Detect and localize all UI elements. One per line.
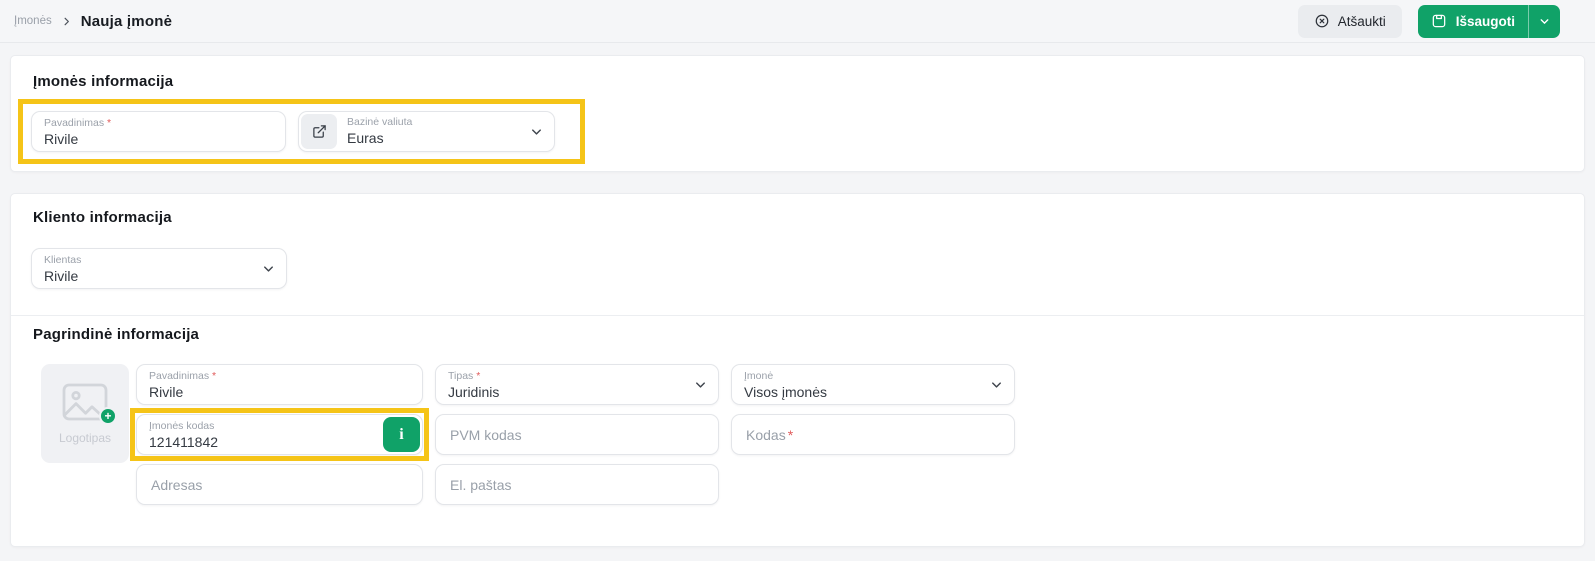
- save-options-button[interactable]: [1529, 5, 1560, 38]
- main-name-value: Rivile: [149, 383, 184, 400]
- type-select[interactable]: Tipas * Juridinis: [435, 364, 719, 405]
- company-section-title: Įmonės informacija: [33, 73, 174, 90]
- base-currency-value: Euras: [347, 129, 384, 146]
- external-link-icon: [312, 124, 327, 139]
- base-currency-select[interactable]: Bazinė valiuta Euras: [298, 111, 555, 152]
- main-name-label: Pavadinimas *: [149, 370, 217, 383]
- address-placeholder: Adresas: [151, 476, 203, 493]
- email-placeholder: El. paštas: [450, 476, 512, 493]
- open-currency-button[interactable]: [301, 114, 337, 149]
- client-section-title: Kliento informacija: [33, 209, 172, 226]
- main-fields-grid: Pavadinimas * Rivile Tipas * Juridinis Į…: [130, 364, 1015, 505]
- type-label: Tipas *: [448, 370, 481, 383]
- main-section-title: Pagrindinė informacija: [33, 326, 200, 343]
- company-select[interactable]: Įmonė Visos įmonės: [731, 364, 1015, 405]
- x-circle-icon: [1314, 13, 1330, 29]
- company-name-field[interactable]: Pavadinimas * Rivile: [31, 111, 286, 152]
- chevron-down-icon: [529, 124, 544, 139]
- section-divider: [11, 315, 1584, 316]
- cancel-button-label: Atšaukti: [1337, 13, 1386, 29]
- type-value: Juridinis: [448, 383, 500, 400]
- company-code-highlight: Įmonės kodas 121411842 i: [130, 408, 429, 461]
- chevron-right-icon: [61, 16, 72, 27]
- company-code-value: 121411842: [149, 433, 219, 450]
- save-split-button: Išsaugoti: [1417, 4, 1560, 38]
- chevron-down-icon: [1538, 15, 1551, 28]
- client-value: Rivile: [44, 267, 79, 284]
- vat-code-placeholder: PVM kodas: [450, 426, 522, 443]
- main-name-field[interactable]: Pavadinimas * Rivile: [136, 364, 423, 405]
- company-code-info-button[interactable]: i: [383, 417, 420, 452]
- company-info-card: Įmonės informacija Pavadinimas * Rivile …: [10, 55, 1585, 172]
- required-asterisk: *: [476, 370, 481, 383]
- info-icon: i: [399, 425, 404, 443]
- required-asterisk: *: [212, 370, 217, 383]
- breadcrumb-parent-link[interactable]: Įmonės: [14, 15, 52, 27]
- topbar-actions: Atšaukti Išsaugoti: [1297, 4, 1560, 38]
- chevron-down-icon: [989, 377, 1004, 392]
- plus-icon: +: [99, 407, 117, 425]
- company-fields-highlight: Pavadinimas * Rivile Bazinė valiuta Eura…: [18, 99, 585, 164]
- company-select-value: Visos įmonės: [744, 383, 828, 400]
- required-asterisk: *: [107, 117, 112, 130]
- chevron-down-icon: [261, 261, 276, 276]
- cancel-button[interactable]: Atšaukti: [1297, 4, 1402, 38]
- company-code-label: Įmonės kodas: [149, 420, 215, 433]
- client-select[interactable]: Klientas Rivile: [31, 248, 287, 289]
- base-currency-text: Bazinė valiuta Euras: [347, 117, 412, 146]
- topbar: Įmonės Nauja įmonė Atšaukti Išsaugoti: [0, 0, 1595, 43]
- required-asterisk: *: [787, 426, 794, 443]
- vat-code-field[interactable]: PVM kodas: [435, 414, 719, 455]
- address-field[interactable]: Adresas: [136, 464, 423, 505]
- page-title: Nauja įmonė: [80, 12, 173, 30]
- code-placeholder: Kodas: [746, 426, 786, 443]
- company-select-label: Įmonė: [744, 370, 774, 383]
- breadcrumb: Įmonės Nauja įmonė: [14, 13, 172, 30]
- client-label: Klientas: [44, 254, 82, 267]
- save-button[interactable]: Išsaugoti: [1418, 5, 1528, 38]
- floppy-disk-icon: [1431, 13, 1447, 29]
- code-field[interactable]: Kodas *: [731, 414, 1015, 455]
- image-placeholder-icon: +: [61, 382, 117, 425]
- company-code-field[interactable]: Įmonės kodas 121411842 i: [136, 414, 423, 455]
- base-currency-label: Bazinė valiuta: [347, 116, 413, 129]
- email-field[interactable]: El. paštas: [435, 464, 719, 505]
- logo-label: Logotipas: [58, 431, 112, 445]
- logo-upload[interactable]: + Logotipas: [41, 364, 129, 463]
- company-name-value: Rivile: [44, 130, 79, 147]
- chevron-down-icon: [693, 377, 708, 392]
- details-card: Kliento informacija Klientas Rivile Pagr…: [10, 193, 1585, 547]
- company-name-label: Pavadinimas *: [44, 117, 112, 130]
- save-button-label: Išsaugoti: [1455, 13, 1515, 29]
